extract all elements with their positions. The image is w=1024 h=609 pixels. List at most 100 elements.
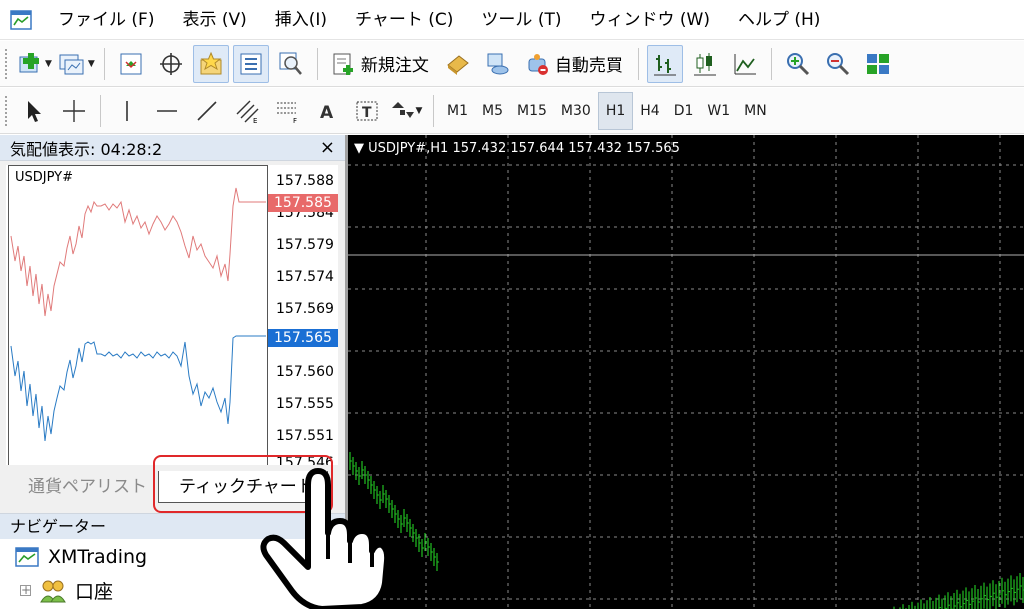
terminal-icon <box>240 53 262 74</box>
toolbar-grip[interactable] <box>4 94 8 127</box>
arrows-tool[interactable]: ▼ <box>389 92 425 130</box>
signals-button[interactable] <box>480 45 516 83</box>
chevron-down-icon[interactable]: ▼ <box>45 59 52 69</box>
tab-symbols[interactable]: 通貨ペアリスト <box>28 471 147 503</box>
new-chart-button[interactable]: ▼ <box>16 45 53 83</box>
chevron-down-icon[interactable]: ▼ <box>88 59 95 69</box>
zoom-in-icon <box>786 52 809 75</box>
auto-trading-button[interactable]: 自動売買 <box>520 45 630 83</box>
price-scale-label: 157.551 <box>276 428 334 444</box>
candlestick-button[interactable] <box>687 45 723 83</box>
svg-text:A: A <box>320 103 334 123</box>
bid-tick-line <box>10 335 266 442</box>
menu-view[interactable]: 表示 (V) <box>168 0 260 40</box>
ask-price-tag: 157.585 <box>268 194 338 212</box>
expand-icon[interactable]: + <box>20 584 31 596</box>
star-folder-icon <box>200 51 222 74</box>
svg-text:T: T <box>362 105 372 121</box>
pointing-hand-icon <box>260 468 388 609</box>
timeframe-m1[interactable]: M1 <box>440 92 475 130</box>
new-order-label: 新規注文 <box>360 56 429 76</box>
menu-bar: ファイル (F) 表示 (V) 挿入(I) チャート (C) ツール (T) ウ… <box>0 0 1024 40</box>
menu-insert[interactable]: 挿入(I) <box>261 0 341 40</box>
arrow-cursor-icon <box>28 100 41 122</box>
horizontal-line-tool[interactable] <box>149 92 185 130</box>
bar-chart-icon <box>653 54 676 75</box>
bar-chart-button[interactable] <box>646 44 683 83</box>
menu-window[interactable]: ウィンドウ (W) <box>575 0 723 40</box>
toolbar-separator <box>100 94 101 127</box>
timeframe-m5[interactable]: M5 <box>475 92 510 130</box>
market-watch-toggle[interactable] <box>113 45 149 83</box>
crosshair-tool[interactable] <box>56 92 92 130</box>
timeframe-d1[interactable]: D1 <box>667 92 701 130</box>
candlestick-icon <box>693 52 716 75</box>
toolbar-separator <box>637 47 639 80</box>
new-order-button[interactable]: 新規注文 <box>326 45 436 83</box>
text-tool[interactable]: A <box>309 92 345 130</box>
strategy-tester-toggle[interactable] <box>273 45 309 83</box>
metaeditor-button[interactable] <box>440 45 476 83</box>
profiles-button[interactable]: ▼ <box>57 45 96 83</box>
price-scale-label: 157.555 <box>276 396 334 412</box>
zoom-in-button[interactable] <box>780 45 816 83</box>
channel-icon: E <box>236 100 259 124</box>
trendline-tool[interactable] <box>189 92 225 130</box>
timeframe-m30[interactable]: M30 <box>554 92 598 130</box>
chart-menu-triangle[interactable]: ▼ <box>354 141 368 156</box>
fibonacci-icon: F <box>277 102 297 124</box>
price-scale-label: 157.588 <box>276 173 334 189</box>
profiles-icon <box>59 54 84 74</box>
menu-help[interactable]: ヘルプ (H) <box>724 0 834 40</box>
terminal-toggle[interactable] <box>232 44 269 83</box>
navigator-root-label: XMTrading <box>48 546 148 568</box>
timeframe-m15[interactable]: M15 <box>510 92 554 130</box>
crosshair-icon <box>159 52 182 75</box>
app-icon <box>8 7 34 33</box>
fibonacci-tool[interactable]: F <box>269 92 305 130</box>
navigator-accounts-item[interactable]: + 口座 <box>20 577 113 604</box>
crosshair-icon <box>63 99 85 122</box>
timeframe-h1[interactable]: H1 <box>597 91 634 130</box>
zoom-out-button[interactable] <box>820 45 856 83</box>
text-label-tool[interactable]: T <box>349 92 385 130</box>
market-watch-icon <box>120 53 142 74</box>
svg-text:E: E <box>253 117 257 124</box>
menu-chart[interactable]: チャート (C) <box>341 0 467 40</box>
zoom-out-icon <box>826 52 849 75</box>
navigator-toggle[interactable] <box>192 44 229 83</box>
navigator-root-item[interactable]: XMTrading <box>14 545 147 569</box>
navigator-accounts-label: 口座 <box>75 581 114 603</box>
market-watch-title-bar: 気配値表示: 04:28:2 × <box>0 135 345 161</box>
price-scale-label: 157.569 <box>276 301 334 317</box>
equidistant-channel-tool[interactable]: E <box>229 92 265 130</box>
price-chart[interactable]: ▼ USDJPY#,H1 157.432 157.644 157.432 157… <box>348 135 1024 609</box>
line-chart-button[interactable] <box>727 45 763 83</box>
chart-info-line: ▼ USDJPY#,H1 157.432 157.644 157.432 157… <box>354 141 680 156</box>
trendline-icon <box>197 100 217 121</box>
ask-tick-line <box>10 187 266 317</box>
tile-windows-button[interactable] <box>860 45 896 83</box>
toolbar-separator <box>316 47 318 80</box>
timeframe-h4[interactable]: H4 <box>633 92 666 130</box>
market-watch-title: 気配値表示: 04:28:2 <box>10 139 163 159</box>
auto-trading-icon <box>528 53 548 75</box>
cursor-tool[interactable] <box>16 92 52 130</box>
menu-tools[interactable]: ツール (T) <box>467 0 575 40</box>
magnifier-chart-icon <box>279 52 302 75</box>
toolbar-grip[interactable] <box>4 47 8 80</box>
price-scale-label: 157.579 <box>276 237 334 253</box>
timeframe-w1[interactable]: W1 <box>700 92 737 130</box>
toolbar-separator <box>770 47 772 80</box>
new-chart-icon <box>19 52 39 72</box>
vertical-line-tool[interactable] <box>109 92 145 130</box>
crosshair-toggle[interactable] <box>153 45 189 83</box>
timeframe-mn[interactable]: MN <box>737 92 774 130</box>
menu-file[interactable]: ファイル (F) <box>44 0 168 40</box>
close-icon[interactable]: × <box>320 137 335 158</box>
price-scale-label: 157.574 <box>276 269 334 285</box>
tile-windows-icon <box>866 53 889 74</box>
chevron-down-icon[interactable]: ▼ <box>416 106 423 116</box>
terminal-app-icon <box>15 547 39 567</box>
toolbar-separator <box>103 47 105 80</box>
